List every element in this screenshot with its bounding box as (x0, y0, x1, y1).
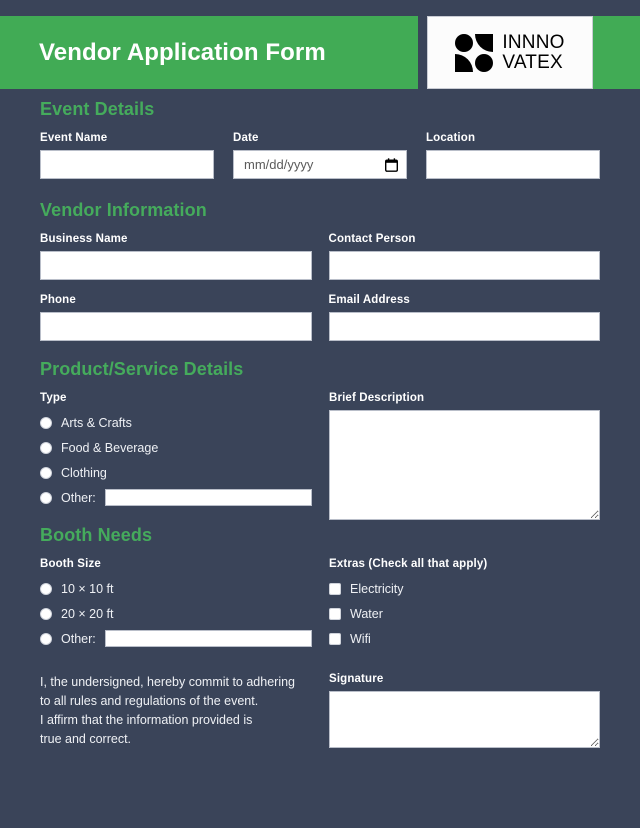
email-address-input[interactable] (328, 312, 600, 341)
logo-circle-bottom-right-icon (475, 53, 494, 72)
booth-size-group: Booth Size 10 × 10 ft 20 × 20 ft Other: (40, 558, 312, 651)
radio-icon[interactable] (40, 582, 52, 595)
innovatex-logo-mark-icon (455, 33, 494, 72)
field-phone: Phone (40, 294, 312, 341)
vendor-application-form: Event Details Event Name Date mm/dd/yyyy (0, 99, 640, 753)
radio-option-type-other[interactable]: Other: (40, 485, 312, 510)
section-title-event-details: Event Details (40, 99, 155, 119)
label-phone: Phone (40, 294, 76, 306)
radio-icon[interactable] (40, 466, 52, 479)
radio-icon[interactable] (40, 491, 52, 504)
field-contact-person: Contact Person (328, 233, 600, 280)
label-brief-description: Brief Description (329, 392, 425, 404)
radio-option-booth-10x10[interactable]: 10 × 10 ft (40, 576, 312, 601)
label-business-name: Business Name (40, 233, 128, 245)
field-business-name: Business Name (40, 233, 312, 280)
vendor-row-1: Business Name Contact Person (40, 233, 600, 280)
radio-label: Clothing (61, 465, 107, 480)
section-title-booth-needs: Booth Needs (40, 525, 153, 545)
brief-description-textarea[interactable] (329, 410, 600, 520)
section-title-product-service-details: Product/Service Details (40, 359, 244, 379)
label-date: Date (233, 132, 259, 144)
type-other-input[interactable] (104, 489, 312, 506)
radio-label: Food & Beverage (61, 440, 159, 455)
radio-option-arts-crafts[interactable]: Arts & Crafts (40, 410, 312, 435)
extras-group: Extras (Check all that apply) Electricit… (329, 558, 600, 651)
declaration-line-3: I affirm that the information provided i… (40, 713, 253, 727)
label-event-name: Event Name (40, 132, 108, 144)
logo-wordmark-line2: VATEX (502, 51, 563, 73)
logo-quarter-top-right-icon (475, 33, 494, 52)
radio-label: 20 × 20 ft (61, 606, 114, 621)
logo-wordmark: INNNO VATEX (502, 31, 565, 73)
radio-icon[interactable] (40, 632, 52, 645)
declaration-text-block: I, the undersigned, hereby commit to adh… (40, 673, 312, 753)
checkbox-option-electricity[interactable]: Electricity (329, 576, 600, 601)
date-input[interactable]: mm/dd/yyyy (233, 150, 407, 179)
checkbox-label: Water (350, 606, 383, 621)
radio-option-booth-other[interactable]: Other: (40, 626, 312, 651)
signature-group: Signature (329, 673, 600, 753)
event-name-input[interactable] (40, 150, 214, 179)
label-type: Type (40, 392, 67, 404)
radio-icon[interactable] (40, 607, 52, 620)
radio-option-booth-20x20[interactable]: 20 × 20 ft (40, 601, 312, 626)
type-group: Type Arts & Crafts Food & Beverage Cloth… (40, 392, 312, 525)
checkbox-label: Wifi (350, 631, 371, 646)
radio-icon[interactable] (40, 441, 52, 454)
radio-option-food-beverage[interactable]: Food & Beverage (40, 435, 312, 460)
location-input[interactable] (426, 150, 600, 179)
contact-person-input[interactable] (328, 251, 600, 280)
radio-label: Arts & Crafts (61, 415, 132, 430)
calendar-icon[interactable] (385, 157, 398, 172)
label-booth-size: Booth Size (40, 558, 101, 570)
radio-label: Other: (61, 631, 96, 646)
checkbox-option-water[interactable]: Water (329, 601, 600, 626)
business-name-input[interactable] (40, 251, 312, 280)
checkbox-icon[interactable] (329, 607, 341, 620)
field-email-address: Email Address (328, 294, 600, 341)
checkbox-option-wifi[interactable]: Wifi (329, 626, 600, 651)
field-location: Location (426, 132, 600, 179)
header-accent-bar (593, 16, 640, 89)
signature-input[interactable] (329, 691, 600, 748)
declaration-row: I, the undersigned, hereby commit to adh… (40, 673, 600, 753)
booth-needs-row: Booth Size 10 × 10 ft 20 × 20 ft Other: … (40, 558, 600, 651)
logo-circle-top-left-icon (455, 33, 474, 52)
brief-description-group: Brief Description (329, 392, 600, 525)
label-location: Location (426, 132, 476, 144)
booth-size-other-input[interactable] (104, 630, 312, 647)
declaration-line-1: I, the undersigned, hereby commit to adh… (40, 675, 296, 689)
page-title: Vendor Application Form (39, 38, 326, 66)
page-header: Vendor Application Form INNNO VATEX (0, 16, 640, 89)
product-service-row: Type Arts & Crafts Food & Beverage Cloth… (40, 392, 600, 525)
checkbox-icon[interactable] (329, 582, 341, 595)
vendor-row-2: Phone Email Address (40, 294, 600, 341)
label-extras: Extras (Check all that apply) (329, 558, 488, 570)
label-contact-person: Contact Person (328, 233, 416, 245)
logo-quarter-bottom-left-icon (455, 53, 474, 72)
header-divider (418, 16, 427, 89)
declaration-line-4: true and correct. (40, 732, 132, 746)
brand-logo: INNNO VATEX (427, 16, 593, 89)
event-details-row: Event Name Date mm/dd/yyyy Location (40, 132, 600, 179)
label-email-address: Email Address (328, 294, 410, 306)
checkbox-label: Electricity (350, 581, 404, 596)
radio-label: 10 × 10 ft (61, 581, 114, 596)
field-event-name: Event Name (40, 132, 214, 179)
section-title-vendor-information: Vendor Information (40, 200, 207, 220)
radio-option-clothing[interactable]: Clothing (40, 460, 312, 485)
declaration-line-2: to all rules and regulations of the even… (40, 694, 259, 708)
checkbox-icon[interactable] (329, 632, 341, 645)
field-date: Date mm/dd/yyyy (233, 132, 407, 179)
radio-label: Other: (61, 490, 96, 505)
phone-input[interactable] (40, 312, 312, 341)
header-title-bar: Vendor Application Form (0, 16, 418, 89)
date-placeholder-text: mm/dd/yyyy (244, 157, 314, 172)
logo-wordmark-line1: INNNO (502, 31, 565, 53)
radio-icon[interactable] (40, 416, 52, 429)
label-signature: Signature (329, 673, 384, 685)
